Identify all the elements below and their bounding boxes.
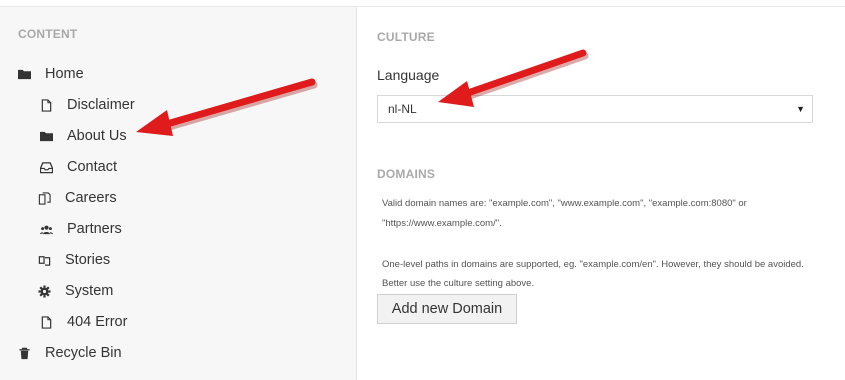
culture-section-title: CULTURE (377, 30, 435, 44)
folder-icon (39, 129, 53, 143)
stories-icon (37, 253, 51, 267)
tree-item-label: Contact (67, 159, 117, 175)
language-select[interactable]: nl-NL ▼ (377, 95, 813, 123)
language-label: Language (377, 67, 440, 83)
tree-item-label: System (65, 283, 114, 299)
tree-item-label: Careers (65, 190, 117, 206)
tree-item-disclaimer[interactable]: Disclaimer (39, 93, 135, 117)
tree-item-404-error[interactable]: 404 Error (39, 310, 127, 334)
tree-item-about-us[interactable]: About Us (39, 124, 127, 148)
tree-item-label: Recycle Bin (45, 345, 122, 361)
top-bar (0, 0, 845, 7)
domains-description-line: Valid domain names are: "example.com", "… (382, 198, 747, 209)
tree-item-contact[interactable]: Contact (39, 155, 117, 179)
document-icon (39, 98, 53, 112)
domains-description-line: Better use the culture setting above. (382, 278, 535, 289)
tree-item-label: 404 Error (67, 314, 128, 330)
documents-icon (37, 191, 51, 205)
tree-item-label: Home (45, 66, 84, 82)
tree-item-recycle-bin[interactable]: Recycle Bin (17, 341, 122, 365)
tree-item-home[interactable]: Home (17, 62, 84, 86)
domains-description-line: "https://www.example.com/". (382, 218, 502, 229)
tree-item-stories[interactable]: Stories (37, 248, 110, 272)
sidebar-section-title: CONTENT (18, 27, 78, 41)
document-icon (39, 315, 53, 329)
domains-section-title: DOMAINS (377, 167, 436, 181)
tree-item-system[interactable]: System (37, 279, 113, 303)
chevron-down-icon: ▼ (796, 104, 805, 114)
tree-item-label: Partners (67, 221, 122, 237)
language-select-value: nl-NL (388, 102, 417, 116)
users-icon (39, 222, 53, 236)
folder-icon (17, 67, 31, 81)
inbox-icon (39, 160, 53, 174)
tree-item-label: Disclaimer (67, 97, 135, 113)
settings-panel (357, 7, 845, 380)
add-new-domain-button[interactable]: Add new Domain (377, 294, 517, 324)
domains-description-line: One-level paths in domains are supported… (382, 259, 804, 270)
tree-item-label: Stories (65, 252, 111, 268)
tree-item-careers[interactable]: Careers (37, 186, 117, 210)
tree-item-label: About Us (67, 128, 127, 144)
tree-item-partners[interactable]: Partners (39, 217, 122, 241)
gear-icon (37, 284, 51, 298)
trash-icon (17, 346, 31, 360)
